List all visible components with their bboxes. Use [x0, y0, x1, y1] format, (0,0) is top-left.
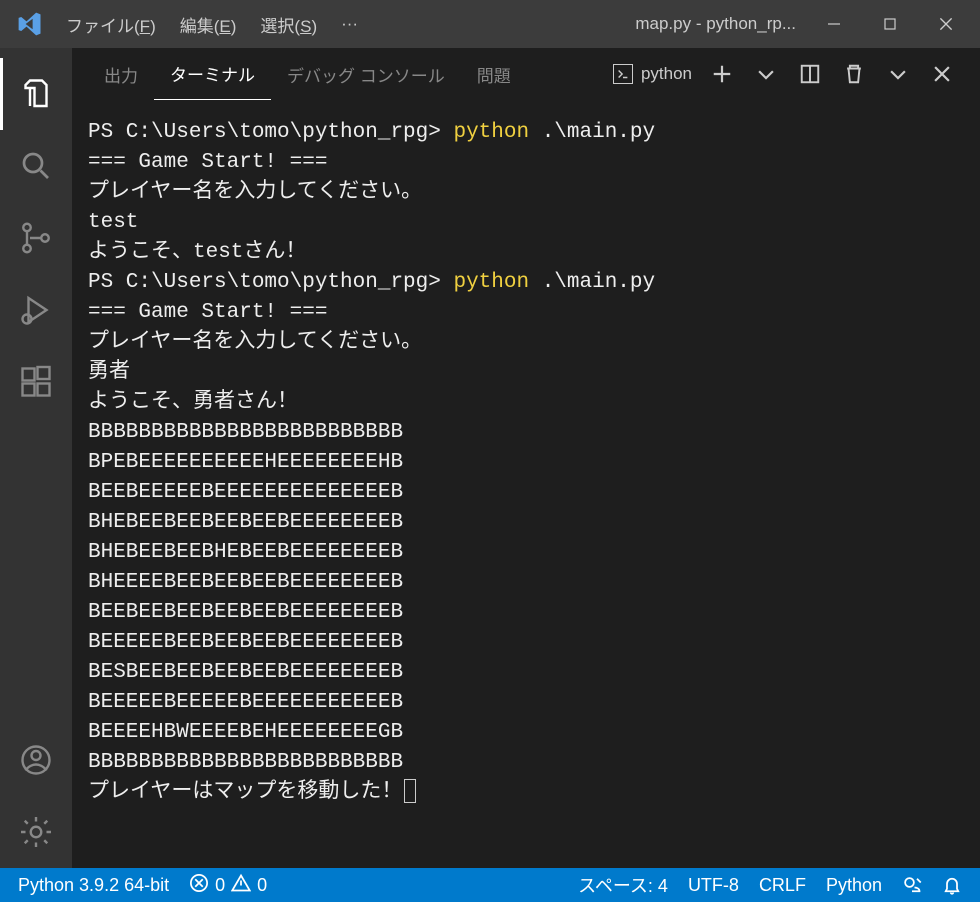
activity-search[interactable]: [0, 130, 72, 202]
status-encoding[interactable]: UTF-8: [678, 875, 749, 896]
panel-tab-output[interactable]: 出力: [88, 48, 154, 100]
split-terminal-button[interactable]: [792, 56, 828, 92]
activity-explorer[interactable]: [0, 58, 72, 130]
status-python-version[interactable]: Python 3.9.2 64-bit: [8, 875, 179, 896]
error-icon: [189, 873, 209, 898]
terminal-output[interactable]: PS C:\Users\tomo\python_rpg> python .\ma…: [72, 100, 980, 868]
menu-file[interactable]: ファイル(F): [54, 12, 168, 37]
menu-selection[interactable]: 選択(S): [248, 12, 329, 37]
title-bar: ファイル(F) 編集(E) 選択(S) ··· map.py - python_…: [0, 0, 980, 48]
menu-overflow[interactable]: ···: [329, 14, 370, 34]
activity-run-debug[interactable]: [0, 274, 72, 346]
status-bell-icon[interactable]: [932, 875, 972, 895]
activity-bar: [0, 48, 72, 868]
activity-source-control[interactable]: [0, 202, 72, 274]
panel-chevron-button[interactable]: [880, 56, 916, 92]
terminal-dropdown-button[interactable]: [748, 56, 784, 92]
window-close-button[interactable]: [918, 0, 974, 48]
status-indent[interactable]: スペース: 4: [568, 872, 678, 898]
terminal-shell-label: python: [641, 64, 692, 84]
terminal-shell-selector[interactable]: python: [609, 64, 700, 84]
activity-accounts[interactable]: [0, 724, 72, 796]
panel-tabs: 出力 ターミナル デバッグ コンソール 問題 python: [72, 48, 980, 100]
status-bar: Python 3.9.2 64-bit 0 0 スペース: 4 UTF-8 CR…: [0, 868, 980, 902]
window-minimize-button[interactable]: [806, 0, 862, 48]
window-title: map.py - python_rp...: [635, 14, 806, 34]
status-eol[interactable]: CRLF: [749, 875, 816, 896]
activity-extensions[interactable]: [0, 346, 72, 418]
warning-icon: [231, 873, 251, 898]
status-problems[interactable]: 0 0: [179, 873, 277, 898]
panel-tab-terminal[interactable]: ターミナル: [154, 48, 271, 100]
status-language[interactable]: Python: [816, 875, 892, 896]
new-terminal-button[interactable]: [704, 56, 740, 92]
panel-tab-debug-console[interactable]: デバッグ コンソール: [271, 48, 461, 100]
menu-edit[interactable]: 編集(E): [168, 12, 249, 37]
kill-terminal-button[interactable]: [836, 56, 872, 92]
terminal-icon: [613, 64, 633, 84]
vscode-logo-icon: [16, 10, 44, 38]
panel-tab-problems[interactable]: 問題: [461, 48, 527, 100]
status-feedback-icon[interactable]: [892, 875, 932, 895]
panel-close-button[interactable]: [924, 56, 960, 92]
status-warning-count: 0: [257, 875, 267, 896]
window-maximize-button[interactable]: [862, 0, 918, 48]
activity-settings[interactable]: [0, 796, 72, 868]
status-error-count: 0: [215, 875, 225, 896]
